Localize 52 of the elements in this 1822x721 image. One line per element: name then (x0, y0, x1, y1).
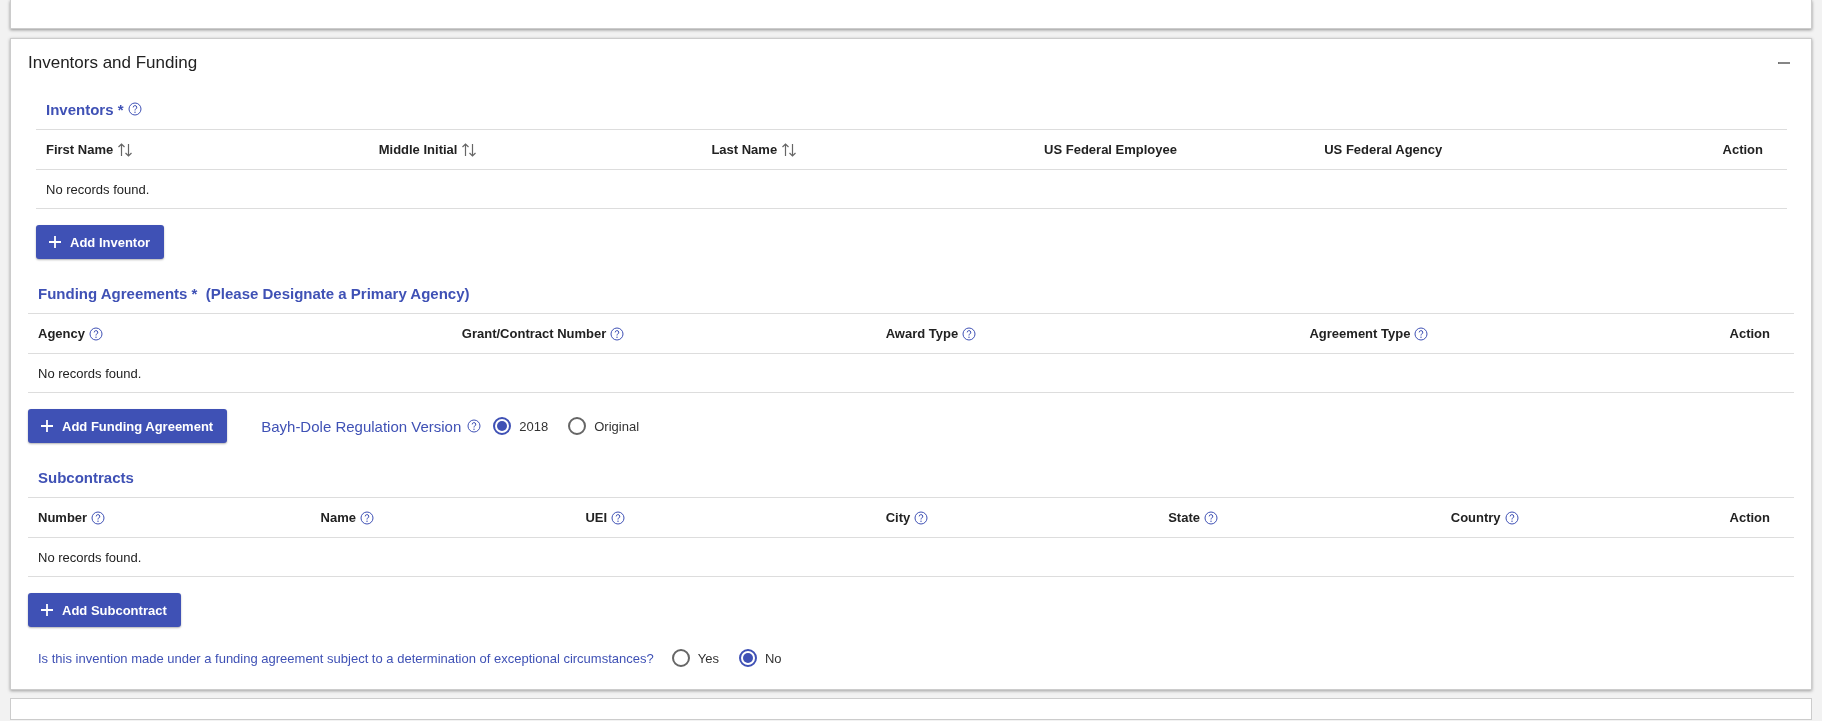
help-icon[interactable] (467, 419, 482, 433)
column-header: Name (320, 510, 356, 525)
field-label: Bayh-Dole Regulation Version (261, 417, 462, 435)
column-header: Agreement Type (1309, 326, 1411, 341)
section-heading: Funding Agreements * (Please Designate a Primary Agency) (38, 284, 470, 302)
sort-icon[interactable] (117, 142, 134, 157)
help-icon[interactable] (914, 510, 929, 525)
column-header: Country (1450, 510, 1501, 525)
radio-option[interactable]: 2018 (493, 417, 549, 435)
column-header: Action (1729, 326, 1770, 341)
column-header: Action (1722, 142, 1763, 157)
panel-title: Inventors and Funding (28, 53, 198, 73)
column-header: US Federal Employee (1044, 142, 1177, 157)
help-icon[interactable] (88, 326, 103, 341)
plus-icon (40, 419, 54, 433)
column-header: State (1168, 510, 1200, 525)
column-header: Award Type (885, 326, 959, 341)
add-inventor-button[interactable]: Add Inventor (36, 225, 165, 259)
help-icon[interactable] (962, 326, 977, 341)
radio-option[interactable]: Yes (671, 649, 719, 667)
column-header: Grant/Contract Number (461, 326, 607, 341)
radio-option[interactable]: No (738, 649, 782, 667)
question-text: Is this invention made under a funding agreement subject to a determination of exceptional circumstances? (38, 650, 654, 666)
add-funding-agreement-button[interactable]: Add Funding Agreement (28, 409, 228, 443)
column-header: City (885, 510, 911, 525)
column-header[interactable]: Last Name (711, 142, 778, 157)
column-header: Action (1729, 510, 1770, 525)
column-header[interactable]: Middle Initial (378, 142, 458, 157)
empty-message: No records found. (38, 549, 142, 565)
column-header: Agency (38, 326, 85, 341)
help-icon[interactable] (1204, 510, 1218, 525)
empty-message: No records found. (46, 181, 150, 197)
help-icon[interactable] (610, 326, 625, 341)
help-icon[interactable] (611, 510, 626, 525)
empty-message: No records found. (38, 365, 142, 381)
add-subcontract-button[interactable]: Add Subcontract (28, 593, 181, 627)
column-header: US Federal Agency (1324, 142, 1443, 157)
radio-option[interactable]: Original (568, 417, 640, 435)
plus-icon (40, 603, 54, 617)
plus-icon (48, 235, 62, 249)
help-icon[interactable] (1414, 326, 1429, 341)
help-icon[interactable] (1504, 510, 1519, 525)
section-heading: Subcontracts (38, 468, 134, 486)
help-icon[interactable] (127, 102, 142, 116)
sort-icon[interactable] (781, 142, 798, 157)
sort-icon[interactable] (461, 142, 478, 157)
column-header: Number (38, 510, 88, 525)
section-heading: Inventors * (46, 100, 124, 118)
help-icon[interactable] (91, 510, 106, 525)
column-header[interactable]: First Name (46, 142, 114, 157)
help-icon[interactable] (359, 510, 374, 525)
column-header: UEI (585, 510, 608, 525)
